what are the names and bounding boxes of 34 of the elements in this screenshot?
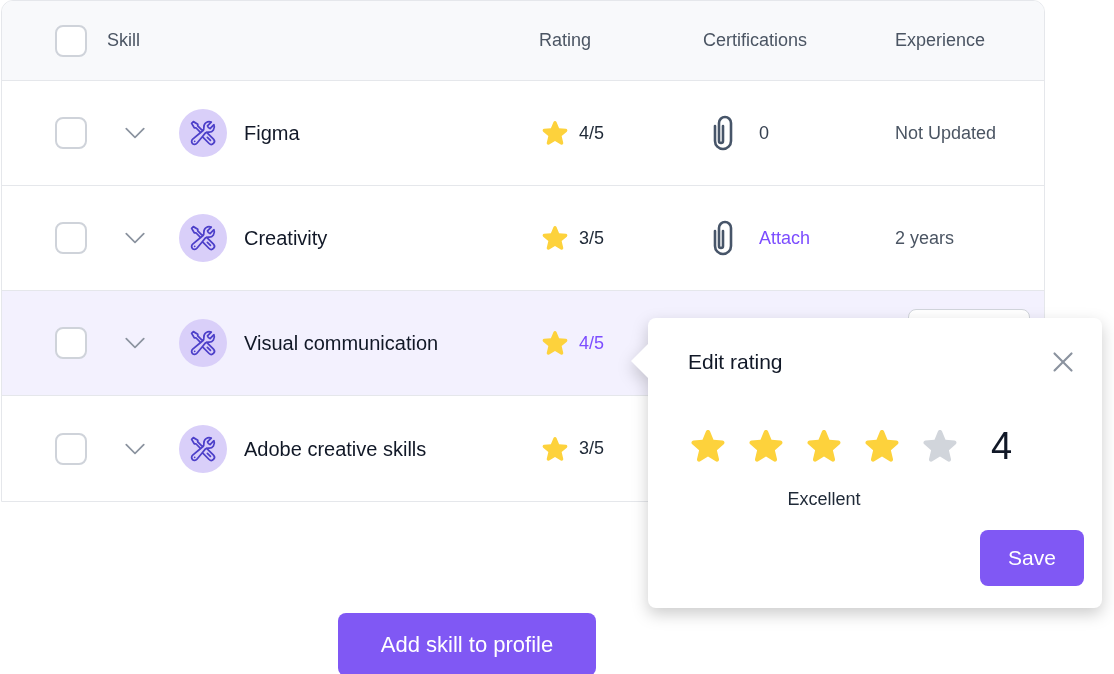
attach-link[interactable]: Attach: [759, 227, 811, 248]
certification-count: 0: [759, 122, 769, 143]
checkbox[interactable]: [55, 222, 87, 254]
paperclip-icon: [713, 115, 733, 151]
star-icon: [540, 118, 570, 148]
skill-name: Creativity: [244, 226, 328, 251]
column-header: Certifications: [703, 30, 808, 50]
rating-value[interactable]: 3/5: [579, 224, 605, 252]
popover-title: Edit rating: [688, 349, 783, 376]
checkbox[interactable]: [55, 327, 87, 359]
tools-icon: [179, 214, 227, 262]
rating-value[interactable]: 3/5: [579, 435, 605, 462]
add-skill-button[interactable]: Add skill to profile: [338, 613, 596, 674]
column-header: Skill: [107, 30, 140, 50]
experience-text: Not Updated: [895, 121, 997, 145]
tools-icon: [179, 319, 227, 367]
paperclip-icon: [713, 220, 733, 256]
tools-icon: [179, 424, 227, 473]
checkbox[interactable]: [55, 117, 87, 149]
skill-name: Visual communication: [244, 331, 439, 356]
rating-value[interactable]: 4/5: [579, 119, 605, 147]
rating-value[interactable]: 4/5: [579, 329, 605, 357]
skill-name: Figma: [244, 121, 300, 146]
rating-number: 4: [991, 424, 1013, 469]
save-button[interactable]: Save: [980, 530, 1084, 586]
column-header: Rating: [539, 30, 592, 50]
star-icon: [540, 328, 570, 358]
column-header: Experience: [895, 30, 986, 50]
experience-text: 2 years: [895, 226, 955, 250]
checkbox[interactable]: [55, 432, 87, 465]
star-icon: [540, 223, 570, 253]
tools-icon: [179, 109, 227, 157]
skill-name: Adobe creative skills: [244, 436, 427, 462]
checkbox[interactable]: [55, 24, 87, 57]
